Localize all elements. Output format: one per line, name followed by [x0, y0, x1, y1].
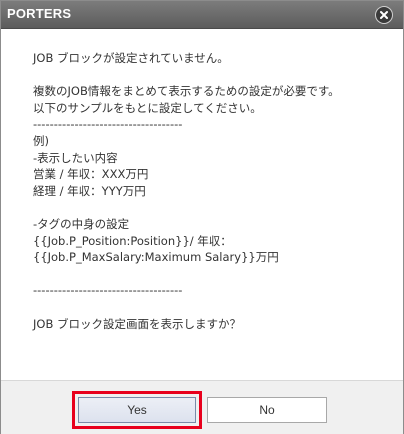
- message-line: JOB ブロックが設定されていません。: [33, 51, 229, 65]
- message-separator: ------------------------------------: [33, 117, 183, 132]
- message-line: 複数のJOB情報をまとめて表示するための設定が必要です。: [33, 84, 340, 99]
- message-line: [33, 67, 393, 84]
- message-separator: ------------------------------------: [33, 283, 183, 298]
- message-line: {{Job.P_Position:Position}}/ 年収：: [33, 233, 232, 248]
- close-icon: [376, 7, 392, 23]
- message-line: 経理 / 年収：YYY万円: [33, 183, 146, 198]
- message-line: 営業 / 年収：XXX万円: [33, 167, 149, 182]
- dialog-body: JOB ブロックが設定されていません。 複数のJOB情報をまとめて表示するための…: [1, 29, 403, 380]
- yes-button[interactable]: Yes: [78, 397, 196, 423]
- dialog-title: PORTERS: [7, 6, 72, 21]
- no-button[interactable]: No: [207, 397, 327, 423]
- close-button[interactable]: [375, 6, 393, 24]
- message-question: JOB ブロック設定画面を表示しますか？: [33, 316, 241, 331]
- message-line: 例): [33, 133, 49, 148]
- message-line: [33, 199, 393, 216]
- confirm-dialog: PORTERS JOB ブロックが設定されていません。 複数のJOB情報をまとめ…: [0, 0, 404, 434]
- dialog-titlebar: PORTERS: [1, 1, 403, 29]
- message-line: 以下のサンプルをもとに設定してください。: [33, 100, 262, 115]
- message-line: -表示したい内容: [33, 150, 118, 165]
- message-line: -タグの中身の設定: [33, 216, 130, 231]
- message-line: [33, 266, 393, 283]
- dialog-footer: Yes No: [1, 380, 403, 434]
- dialog-message: JOB ブロックが設定されていません。 複数のJOB情報をまとめて表示するための…: [33, 50, 393, 332]
- message-line: [33, 299, 393, 316]
- message-line: {{Job.P_MaxSalary:Maximum Salary}}万円: [33, 250, 279, 265]
